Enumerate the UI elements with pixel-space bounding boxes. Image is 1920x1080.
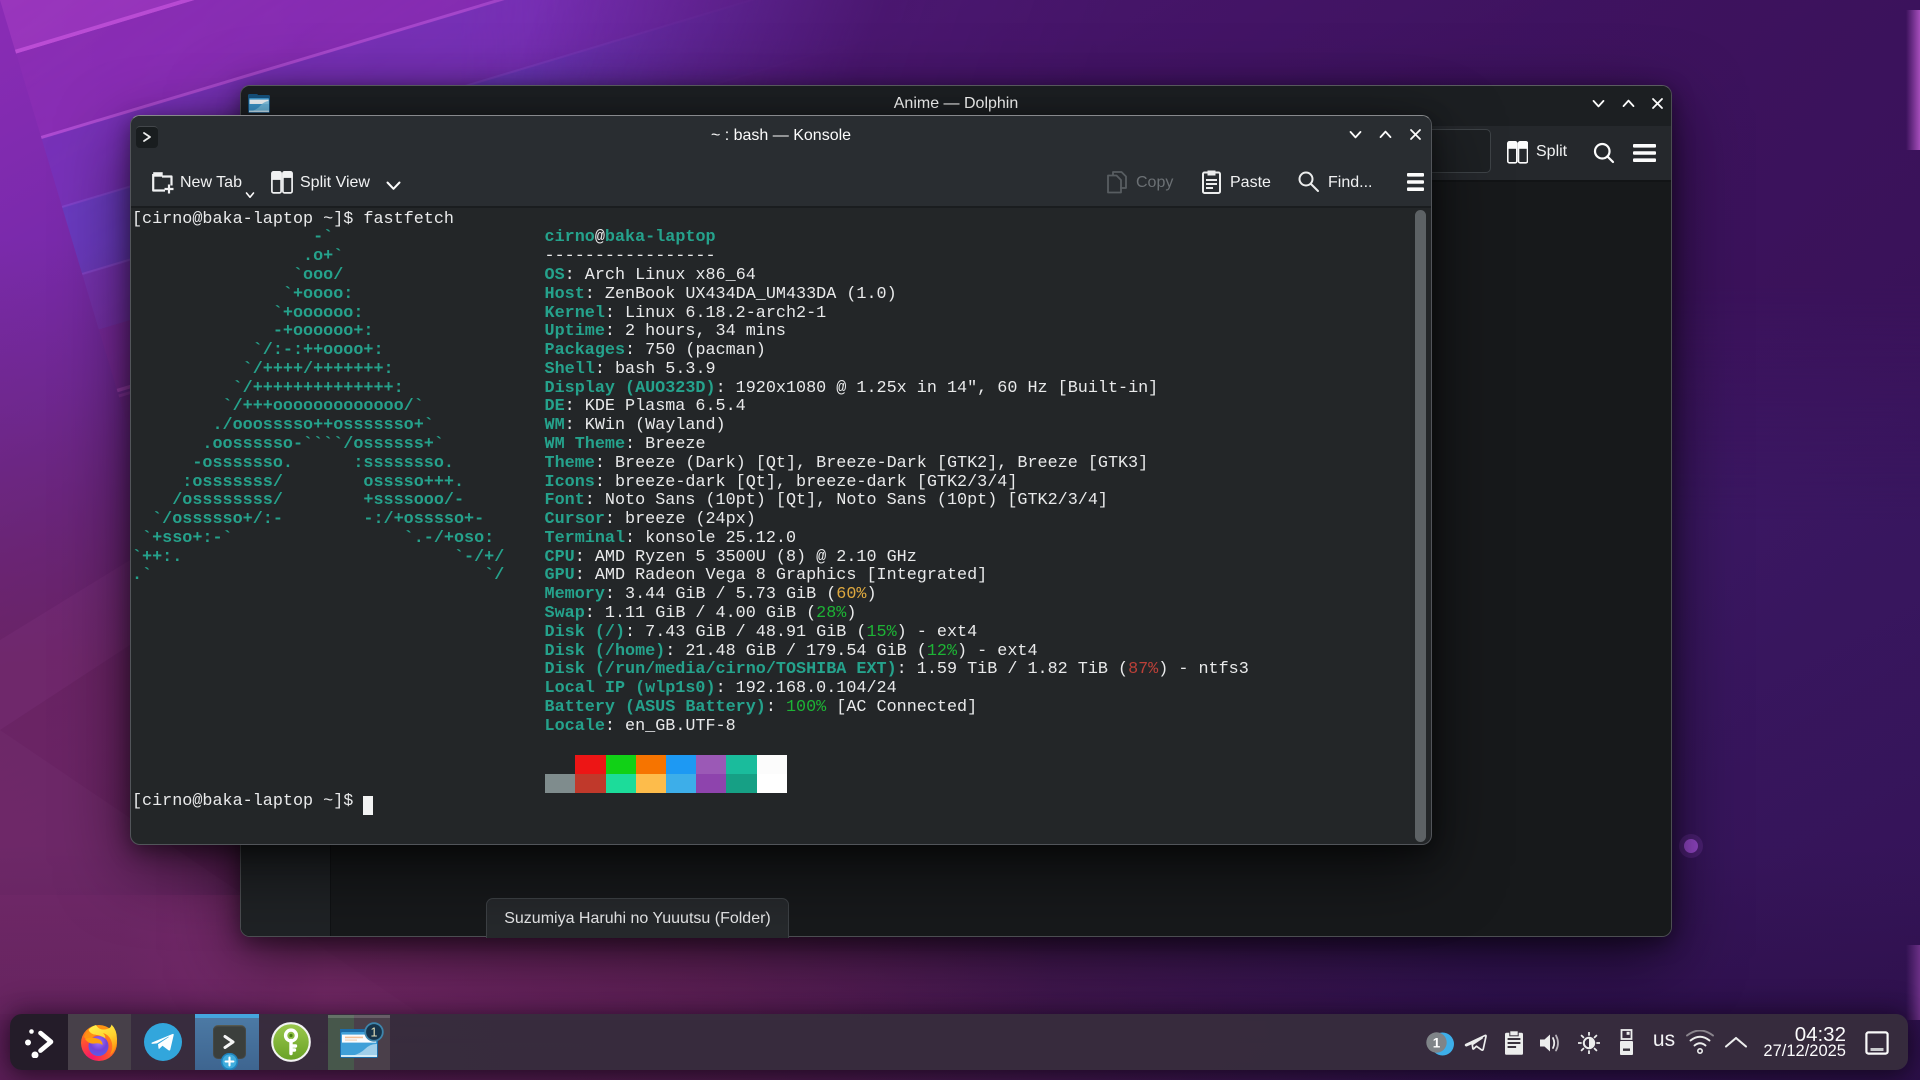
svg-text:1: 1 (371, 1026, 378, 1040)
svg-text:1: 1 (1433, 1035, 1441, 1050)
